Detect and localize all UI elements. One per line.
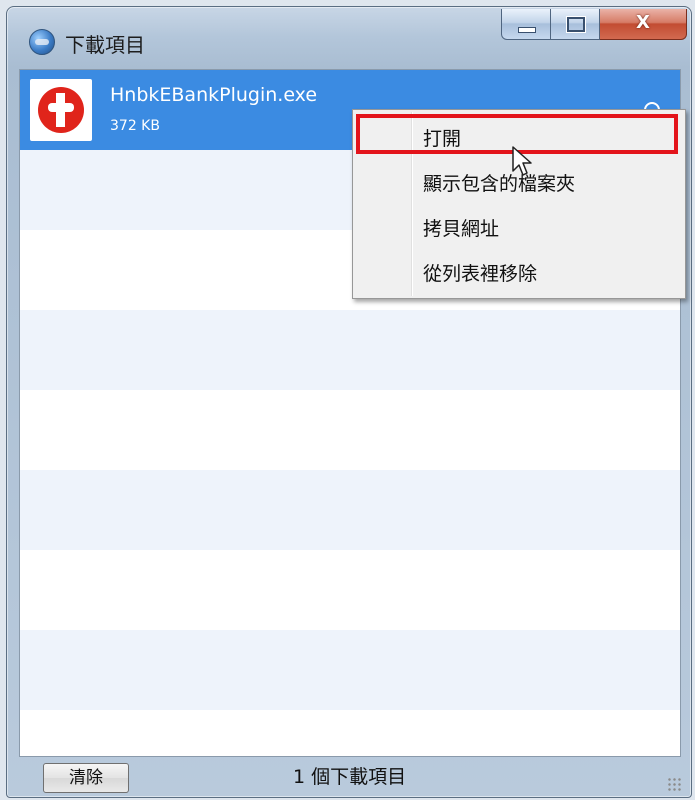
status-bar: 清除 1 個下載項目 [19,759,681,793]
resize-grip-icon[interactable] [667,777,681,791]
mouse-pointer-icon [512,146,532,176]
maximize-icon [567,17,585,32]
browser-globe-icon [29,29,55,55]
menu-item-remove-from-list[interactable]: 從列表裡移除 [423,259,537,286]
minimize-button[interactable] [501,9,551,40]
window-title: 下載項目 [65,33,145,57]
file-size: 372 KB [110,118,160,134]
menu-item-copy-url[interactable]: 拷貝網址 [423,214,499,241]
title-bar[interactable]: 下載項目 X [7,7,691,65]
file-icon [30,79,92,141]
clear-button[interactable]: 清除 [43,763,129,793]
close-button[interactable]: X [600,9,687,40]
close-icon: X [636,12,650,33]
maximize-button[interactable] [551,9,600,40]
caption-buttons: X [501,7,687,47]
download-count-status: 1 個下載項目 [293,766,407,788]
menu-item-show-in-folder[interactable]: 顯示包含的檔案夾 [423,169,575,196]
minimize-icon [518,27,536,33]
file-name: HnbkEBankPlugin.exe [110,84,318,106]
